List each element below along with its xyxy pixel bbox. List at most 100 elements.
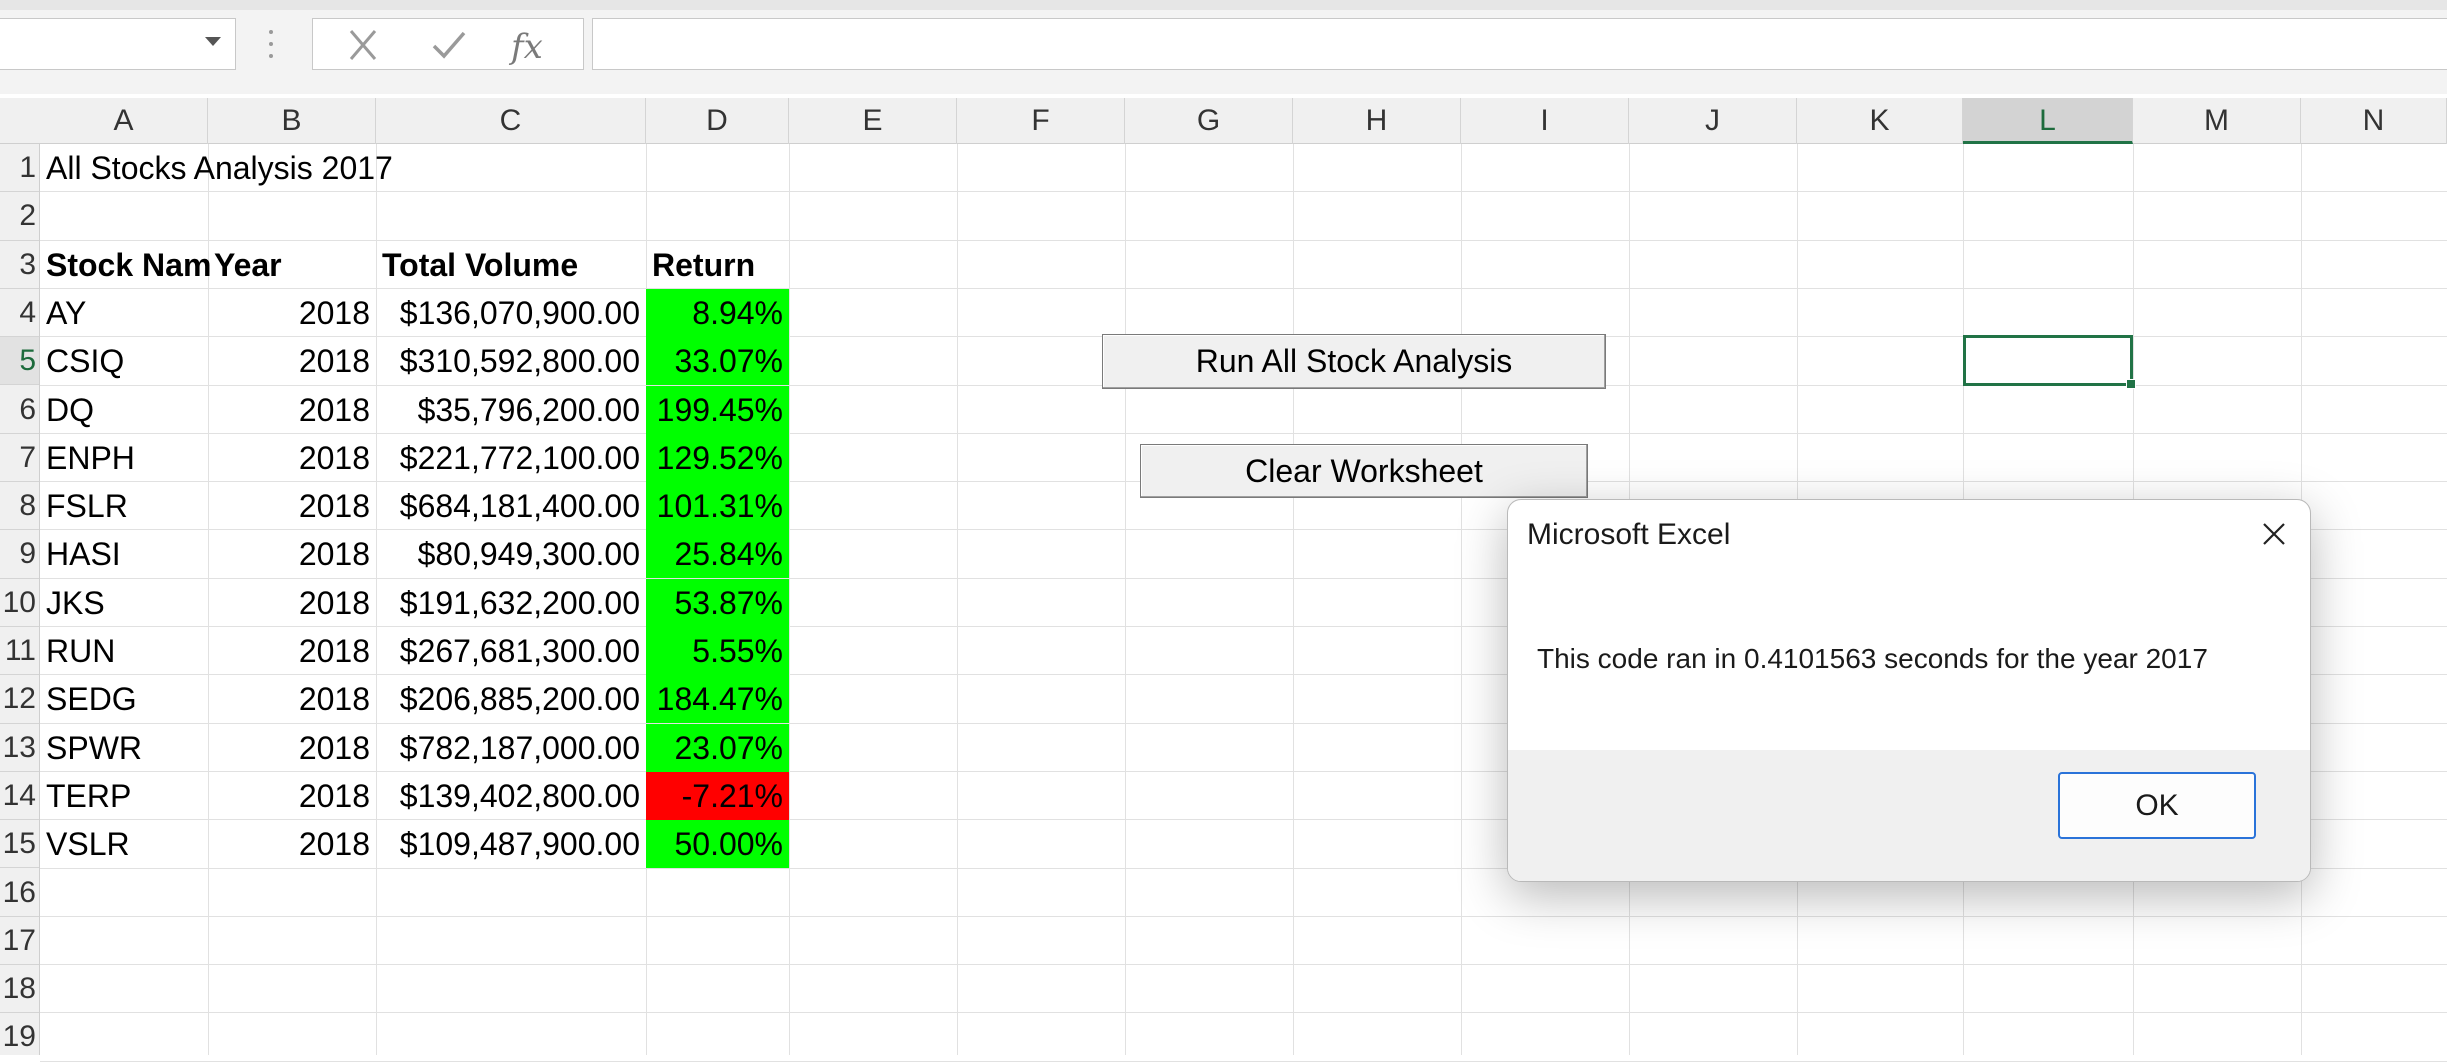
return-cell[interactable]: 25.84% [646, 530, 789, 579]
row-header-15[interactable]: 15 [0, 820, 39, 869]
return-cell[interactable]: 5.55% [646, 627, 789, 675]
row-header-2[interactable]: 2 [0, 192, 39, 241]
fill-handle[interactable] [2126, 379, 2136, 389]
active-cell-L5[interactable] [1963, 335, 2136, 389]
ticker-cell[interactable]: FSLR [40, 482, 208, 529]
close-icon[interactable] [343, 29, 383, 61]
row-header-9[interactable]: 9 [0, 530, 39, 579]
ticker-cell[interactable]: ENPH [40, 434, 208, 481]
header-return[interactable]: Return [646, 241, 789, 288]
column-header-J[interactable]: J [1629, 98, 1797, 144]
row-header-14[interactable]: 14 [0, 772, 39, 821]
year-cell[interactable]: 2018 [208, 386, 376, 433]
run-all-stock-analysis-button[interactable]: Run All Stock Analysis [1102, 334, 1606, 389]
year-cell[interactable]: 2018 [208, 675, 376, 722]
volume-cell[interactable]: $310,592,800.00 [376, 337, 646, 384]
row-header-5[interactable]: 5 [0, 337, 39, 386]
year-cell[interactable]: 2018 [208, 434, 376, 481]
column-header-A[interactable]: A [40, 98, 208, 144]
sheet-title[interactable]: All Stocks Analysis 2017 [40, 144, 640, 191]
ticker-cell[interactable]: VSLR [40, 820, 208, 867]
column-header-E[interactable]: E [789, 98, 957, 144]
row-header-13[interactable]: 13 [0, 724, 39, 772]
volume-cell[interactable]: $136,070,900.00 [376, 289, 646, 336]
column-header-F[interactable]: F [957, 98, 1125, 144]
header-ticker[interactable]: Stock Nam [40, 241, 211, 288]
return-cell[interactable]: 53.87% [646, 578, 789, 627]
ticker-cell[interactable]: AY [40, 289, 208, 336]
volume-cell[interactable]: $684,181,400.00 [376, 482, 646, 529]
column-header-M[interactable]: M [2133, 98, 2301, 144]
column-header-N[interactable]: N [2301, 98, 2447, 144]
return-cell[interactable]: 23.07% [646, 723, 789, 772]
formula-input[interactable] [592, 18, 2447, 70]
volume-cell[interactable]: $139,402,800.00 [376, 772, 646, 819]
return-cell[interactable]: 101.31% [646, 482, 789, 531]
year-cell[interactable]: 2018 [208, 772, 376, 819]
header-volume[interactable]: Total Volume [376, 241, 646, 288]
row-header-19[interactable]: 19 [0, 1013, 39, 1055]
row-header-17[interactable]: 17 [0, 917, 39, 966]
row-header-18[interactable]: 18 [0, 965, 39, 1014]
chevron-down-icon[interactable] [205, 37, 221, 46]
year-cell[interactable]: 2018 [208, 724, 376, 771]
column-header-B[interactable]: B [208, 98, 376, 144]
ok-button[interactable]: OK [2058, 772, 2256, 839]
volume-cell[interactable]: $80,949,300.00 [376, 530, 646, 577]
clear-worksheet-button[interactable]: Clear Worksheet [1140, 444, 1588, 498]
year-cell[interactable]: 2018 [208, 579, 376, 626]
column-header-D[interactable]: D [646, 98, 789, 144]
volume-cell[interactable]: $206,885,200.00 [376, 675, 646, 722]
return-cell[interactable]: 50.00% [646, 820, 789, 869]
volume-cell[interactable]: $109,487,900.00 [376, 820, 646, 867]
return-cell[interactable]: 184.47% [646, 675, 789, 724]
ticker-cell[interactable]: TERP [40, 772, 208, 819]
year-cell[interactable]: 2018 [208, 482, 376, 529]
row-gridline [40, 1012, 2447, 1014]
row-header-12[interactable]: 12 [0, 675, 39, 724]
ticker-cell[interactable]: SPWR [40, 724, 208, 771]
ticker-cell[interactable]: HASI [40, 530, 208, 577]
return-cell[interactable]: 199.45% [646, 385, 789, 434]
year-cell[interactable]: 2018 [208, 530, 376, 577]
year-cell[interactable]: 2018 [208, 289, 376, 336]
row-header-8[interactable]: 8 [0, 482, 39, 531]
column-header-H[interactable]: H [1293, 98, 1461, 144]
volume-cell[interactable]: $267,681,300.00 [376, 627, 646, 674]
ticker-cell[interactable]: JKS [40, 579, 208, 626]
volume-cell[interactable]: $221,772,100.00 [376, 434, 646, 481]
year-cell[interactable]: 2018 [208, 627, 376, 674]
row-header-6[interactable]: 6 [0, 386, 39, 434]
row-header-1[interactable]: 1 [0, 144, 39, 193]
row-header-10[interactable]: 10 [0, 579, 39, 627]
column-header-G[interactable]: G [1125, 98, 1293, 144]
volume-cell[interactable]: $782,187,000.00 [376, 724, 646, 771]
row-header-16[interactable]: 16 [0, 869, 39, 917]
close-icon[interactable] [2258, 518, 2290, 550]
ticker-cell[interactable]: SEDG [40, 675, 208, 722]
column-header-L[interactable]: L [1963, 98, 2133, 144]
ticker-cell[interactable]: CSIQ [40, 337, 208, 384]
year-cell[interactable]: 2018 [208, 820, 376, 867]
name-box[interactable] [0, 18, 236, 70]
insert-function-button[interactable]: fx [511, 27, 551, 67]
year-cell[interactable]: 2018 [208, 337, 376, 384]
volume-cell[interactable]: $191,632,200.00 [376, 579, 646, 626]
column-header-I[interactable]: I [1461, 98, 1629, 144]
row-header-3[interactable]: 3 [0, 241, 39, 289]
row-header-7[interactable]: 7 [0, 434, 39, 483]
return-cell[interactable]: 8.94% [646, 288, 789, 337]
drag-handle-icon[interactable] [269, 30, 273, 58]
return-cell[interactable]: -7.21% [646, 771, 789, 820]
header-year[interactable]: Year [208, 241, 376, 288]
return-cell[interactable]: 129.52% [646, 433, 789, 482]
column-header-C[interactable]: C [376, 98, 646, 144]
ticker-cell[interactable]: RUN [40, 627, 208, 674]
column-header-K[interactable]: K [1797, 98, 1963, 144]
row-header-4[interactable]: 4 [0, 289, 39, 338]
checkmark-icon[interactable] [429, 29, 469, 61]
ticker-cell[interactable]: DQ [40, 386, 208, 433]
volume-cell[interactable]: $35,796,200.00 [376, 386, 646, 433]
return-cell[interactable]: 33.07% [646, 337, 789, 386]
row-header-11[interactable]: 11 [0, 627, 39, 676]
